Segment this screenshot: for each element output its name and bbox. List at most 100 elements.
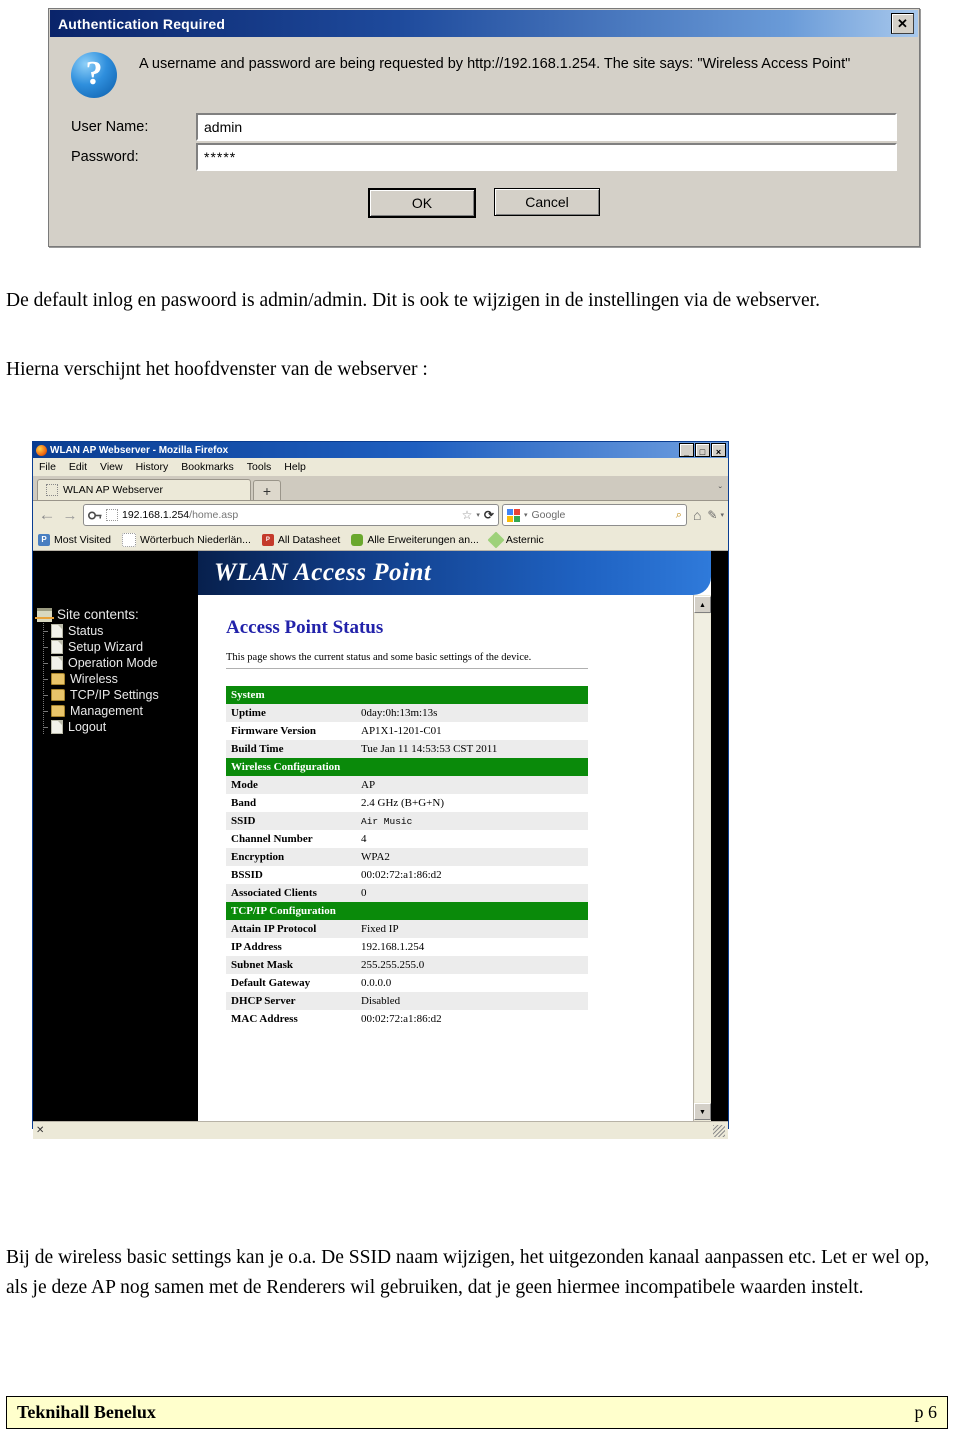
menu-view[interactable]: View	[100, 461, 123, 473]
tab-wlan-ap-webserver[interactable]: WLAN AP Webserver	[37, 479, 251, 500]
home-icon[interactable]: ⌂	[690, 507, 704, 523]
row-value: AP	[356, 776, 588, 794]
bookmark-most-visited[interactable]: P Most Visited	[38, 533, 111, 546]
dialog-buttons: OK Cancel	[49, 188, 919, 218]
row-value: 0.0.0.0	[356, 974, 588, 992]
scroll-up-icon[interactable]: ▲	[694, 596, 711, 613]
new-tab-button[interactable]: +	[253, 480, 281, 500]
username-row: User Name: admin	[71, 112, 897, 142]
toolbar-overflow-icon[interactable]: ▾	[720, 511, 724, 519]
ok-button[interactable]: OK	[368, 188, 476, 218]
section-title: System	[226, 686, 588, 704]
url-host: 192.168.1.254	[122, 509, 190, 521]
pdf-icon: P	[261, 533, 274, 546]
resize-grip-icon[interactable]	[713, 1124, 725, 1137]
row-key: Firmware Version	[226, 722, 356, 740]
table-row: IP Address 192.168.1.254	[226, 938, 588, 956]
menu-history[interactable]: History	[136, 461, 169, 473]
sidebar-item-label: TCP/IP Settings	[70, 688, 159, 702]
reload-icon[interactable]: ⟳	[484, 508, 494, 522]
minimize-icon[interactable]: _	[679, 443, 694, 457]
search-engine-chevron-icon[interactable]: ▾	[524, 511, 528, 519]
search-input[interactable]: Google	[531, 509, 671, 521]
sidebar-item-wireless[interactable]: Wireless	[37, 671, 198, 687]
back-icon[interactable]: ←	[37, 505, 57, 525]
diamond-icon	[487, 531, 505, 548]
menu-help[interactable]: Help	[284, 461, 306, 473]
bookmark-label: All Datasheet	[277, 533, 341, 546]
row-key: SSID	[226, 812, 356, 830]
paragraph-main-window: Hierna verschijnt het hoofdvenster van d…	[6, 359, 428, 380]
chevron-down-icon[interactable]: ▾	[476, 511, 480, 519]
navigation-toolbar: ← → 192.168.1.254/home.asp ☆ ▾ ⟳ ▾ Googl…	[33, 501, 728, 529]
bookmarks-toolbar: P Most Visited Wörterbuch Niederlän... P…	[33, 529, 728, 551]
page-scrollbar[interactable]: ▲ ▼	[693, 595, 711, 1121]
menu-tools[interactable]: Tools	[247, 461, 272, 473]
row-key: IP Address	[226, 938, 356, 956]
dialog-message: A username and password are being reques…	[139, 56, 851, 72]
menu-bar: File Edit View History Bookmarks Tools H…	[33, 458, 728, 476]
forward-icon[interactable]: →	[60, 505, 80, 525]
document-icon	[51, 640, 63, 654]
paragraph-wireless-settings: Bij de wireless basic settings kan je o.…	[6, 1247, 930, 1298]
bookmark-woerterbuch[interactable]: Wörterbuch Niederlän...	[122, 532, 251, 547]
sidebar-item-logout[interactable]: Logout	[37, 719, 198, 735]
password-label: Password:	[71, 149, 139, 165]
table-row: Build Time Tue Jan 11 14:53:53 CST 2011	[226, 740, 588, 758]
sidebar-item-tcpip-settings[interactable]: TCP/IP Settings	[37, 687, 198, 703]
username-input[interactable]: admin	[196, 113, 897, 141]
dialog-title: Authentication Required	[58, 15, 226, 32]
row-value: WPA2	[356, 848, 588, 866]
bookmark-alle-erweiterungen[interactable]: Alle Erweiterungen an...	[351, 533, 479, 546]
folder-icon	[51, 673, 65, 685]
status-section-header: Wireless Configuration	[226, 758, 588, 776]
tab-label: WLAN AP Webserver	[63, 484, 163, 496]
status-section-header: TCP/IP Configuration	[226, 902, 588, 920]
maximize-icon[interactable]: □	[695, 443, 710, 457]
maximize-glyph: □	[699, 447, 706, 457]
site-navigation-sidebar: Site contents: Status Setup Wizard Opera…	[33, 551, 198, 1121]
tab-favicon-icon	[46, 484, 58, 496]
question-mark-icon: ?	[71, 52, 117, 98]
scroll-down-icon[interactable]: ▼	[694, 1103, 711, 1120]
sidebar-item-operation-mode[interactable]: Operation Mode	[37, 655, 198, 671]
row-key: Associated Clients	[226, 884, 356, 902]
bookmark-star-icon[interactable]: ☆	[462, 508, 473, 522]
statusbar-close-icon[interactable]: ✕	[36, 1125, 44, 1136]
sidebar-item-management[interactable]: Management	[37, 703, 198, 719]
folder-icon	[51, 689, 65, 701]
menu-edit[interactable]: Edit	[69, 461, 87, 473]
row-value: Tue Jan 11 14:53:53 CST 2011	[356, 740, 588, 758]
search-bar[interactable]: ▾ Google ⌕	[501, 504, 687, 526]
scrollbar-track[interactable]	[695, 614, 710, 1102]
page-footer: Teknihall Benelux p 6	[6, 1396, 948, 1429]
list-all-tabs-icon[interactable]: ˇ	[719, 486, 722, 497]
close-icon[interactable]: ✕	[891, 13, 914, 34]
status-section-header: System	[226, 686, 588, 704]
sidebar-item-status[interactable]: Status	[37, 623, 198, 639]
row-value: 4	[356, 830, 588, 848]
row-value: AP1X1-1201-C01	[356, 722, 588, 740]
menu-bookmarks[interactable]: Bookmarks	[181, 461, 234, 473]
tools-icon[interactable]: ✎	[707, 508, 717, 522]
table-row: SSID Air Music	[226, 812, 588, 830]
password-input[interactable]: *****	[196, 143, 897, 171]
bookmark-asternic[interactable]: Asternic	[487, 531, 544, 548]
address-bar[interactable]: 192.168.1.254/home.asp ☆ ▾ ⟳	[83, 504, 499, 526]
menu-file[interactable]: File	[39, 461, 56, 473]
access-point-page: WLAN Access Point Access Point Status Th…	[198, 551, 711, 1121]
sidebar-item-label: Wireless	[70, 672, 118, 686]
row-value: Fixed IP	[356, 920, 588, 938]
sidebar-item-setup-wizard[interactable]: Setup Wizard	[37, 639, 198, 655]
close-window-icon[interactable]: ×	[711, 443, 726, 457]
row-value: 192.168.1.254	[356, 938, 588, 956]
cancel-button[interactable]: Cancel	[494, 188, 600, 216]
bookmark-all-datasheet[interactable]: P All Datasheet	[261, 533, 341, 546]
tab-strip: WLAN AP Webserver + ˇ	[33, 476, 728, 501]
row-key: Subnet Mask	[226, 956, 356, 974]
search-icon[interactable]: ⌕	[676, 509, 682, 522]
paragraph-default-login: De default inlog en paswoord is admin/ad…	[6, 290, 820, 311]
document-icon	[51, 624, 63, 638]
row-key: Band	[226, 794, 356, 812]
window-controls: _ □ ×	[679, 443, 726, 457]
